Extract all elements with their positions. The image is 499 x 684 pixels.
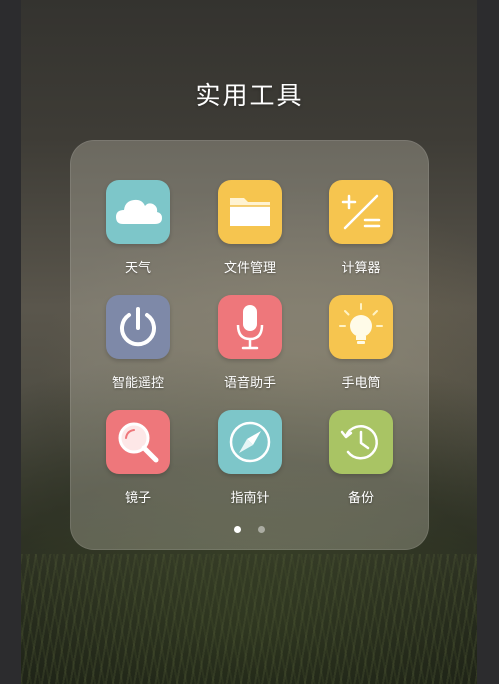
- compass-tile: [218, 410, 282, 474]
- calculator-icon: [341, 194, 381, 230]
- app-label: 智能遥控: [111, 376, 164, 391]
- app-backup[interactable]: 备份: [311, 410, 411, 510]
- weather-tile: [106, 180, 170, 244]
- app-mirror[interactable]: 镜子: [88, 410, 188, 510]
- voice-assistant-tile: [218, 295, 282, 359]
- app-label: 语音助手: [223, 376, 276, 391]
- calculator-tile: [329, 180, 393, 244]
- app-file-manager[interactable]: 文件管理: [200, 180, 300, 280]
- folder-panel: 天气 文件管理 计算器 智能遥控 语音助手 手电筒 镜子 指南针 备份: [70, 140, 429, 550]
- mirror-tile: [106, 410, 170, 474]
- power-icon: [120, 307, 156, 347]
- compass-icon: [229, 421, 271, 463]
- folder-title[interactable]: 实用工具: [0, 76, 499, 112]
- app-label: 文件管理: [223, 261, 276, 276]
- cloud-icon: [116, 199, 162, 224]
- app-calculator[interactable]: 计算器: [311, 180, 411, 280]
- app-label: 手电筒: [341, 376, 381, 391]
- app-label: 镜子: [124, 491, 151, 506]
- backup-tile: [329, 410, 393, 474]
- wallpaper-grass: [21, 554, 477, 684]
- app-label: 计算器: [341, 261, 381, 276]
- app-label: 指南针: [230, 491, 270, 506]
- app-smart-remote[interactable]: 智能遥控: [88, 295, 188, 395]
- smart-remote-tile: [106, 295, 170, 359]
- app-voice-assistant[interactable]: 语音助手: [200, 295, 300, 395]
- file-manager-tile: [218, 180, 282, 244]
- page-dot-2[interactable]: [258, 526, 266, 533]
- backup-clock-icon: [340, 425, 378, 460]
- app-flashlight[interactable]: 手电筒: [311, 295, 411, 395]
- lightbulb-icon: [339, 303, 383, 344]
- app-label: 天气: [124, 261, 151, 276]
- magnifier-icon: [118, 422, 159, 463]
- app-label: 备份: [347, 491, 374, 506]
- folder-icon: [230, 198, 270, 226]
- app-compass[interactable]: 指南针: [200, 410, 300, 510]
- microphone-icon: [236, 305, 264, 350]
- page-indicator[interactable]: [70, 518, 429, 537]
- page-dot-1[interactable]: [233, 526, 241, 533]
- app-weather[interactable]: 天气: [88, 180, 188, 280]
- flashlight-tile: [329, 295, 393, 359]
